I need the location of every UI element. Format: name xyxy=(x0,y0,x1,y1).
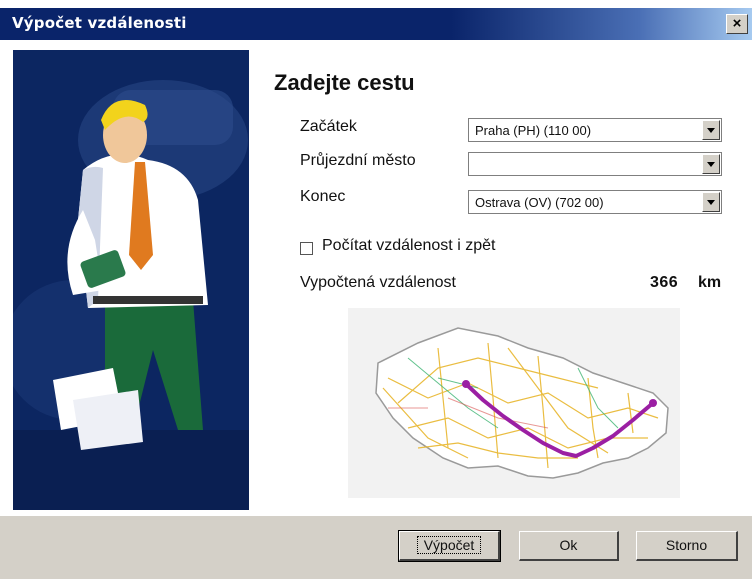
via-label: Průjezdní město xyxy=(300,152,416,169)
via-select[interactable] xyxy=(468,152,722,176)
return-checkbox[interactable] xyxy=(300,242,313,255)
czech-map xyxy=(375,327,669,479)
return-checkbox-label[interactable]: Počítat vzdálenost i zpět xyxy=(322,237,495,255)
window-title: Výpočet vzdálenosti xyxy=(12,14,187,32)
form-heading: Zadejte cestu xyxy=(274,70,415,95)
distance-value: 366 xyxy=(650,274,679,291)
start-select-value: Praha (PH) (110 00) xyxy=(475,123,592,138)
end-select[interactable]: Ostrava (OV) (702 00) xyxy=(468,190,722,214)
end-select-value: Ostrava (OV) (702 00) xyxy=(475,195,604,210)
start-select[interactable]: Praha (PH) (110 00) xyxy=(468,118,722,142)
route-form: Zadejte cestu Začátek Praha (PH) (110 00… xyxy=(260,40,752,515)
illustration-panel xyxy=(13,50,249,510)
chevron-down-icon[interactable] xyxy=(702,192,720,212)
route-map xyxy=(348,308,680,498)
start-label: Začátek xyxy=(300,118,357,135)
businessman-illustration xyxy=(13,50,249,510)
distance-unit: km xyxy=(698,274,722,291)
calculate-button-label: Výpočet xyxy=(416,536,482,554)
cancel-button[interactable]: Storno xyxy=(636,531,738,561)
ok-button[interactable]: Ok xyxy=(519,531,619,561)
dialog-window: Výpočet vzdálenosti × Zadejte cestu Začá… xyxy=(0,0,752,579)
chevron-down-icon[interactable] xyxy=(702,120,720,140)
chevron-down-icon[interactable] xyxy=(702,154,720,174)
distance-label: Vypočtená vzdálenost xyxy=(300,274,456,291)
end-label: Konec xyxy=(300,188,346,205)
calculate-button[interactable]: Výpočet xyxy=(398,530,501,562)
close-icon[interactable]: × xyxy=(726,14,748,34)
title-bar[interactable]: Výpočet vzdálenosti × xyxy=(0,8,752,40)
